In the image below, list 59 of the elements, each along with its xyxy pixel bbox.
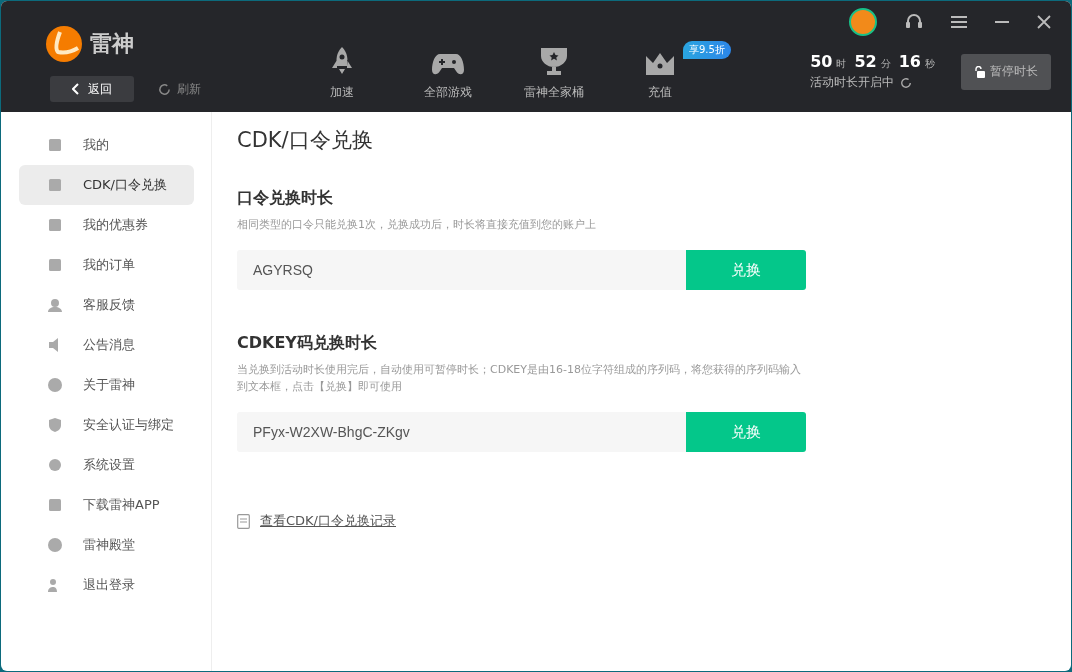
back-button[interactable]: 返回: [50, 76, 134, 102]
nav-tab[interactable]: 雷神全家桶: [524, 46, 584, 101]
sidebar-item[interactable]: 安全认证与绑定: [19, 405, 194, 445]
timer-unit: 时: [836, 57, 847, 71]
timer-value: 52: [854, 52, 877, 71]
sidebar-item[interactable]: 关于雷神: [19, 365, 194, 405]
sidebar-item[interactable]: 我的: [19, 125, 194, 165]
refresh-icon[interactable]: [900, 76, 913, 89]
sidebar-item-icon: [47, 457, 63, 473]
avatar[interactable]: [849, 8, 877, 36]
code-input[interactable]: AGYRSQ: [237, 250, 686, 290]
section-description: 当兑换到活动时长使用完后，自动使用可暂停时长；CDKEY是由16-18位字符组成的序列码，将您获得的序列码输入到文本框，点击【兑换】即可使用: [237, 362, 802, 395]
logo-icon: [46, 26, 82, 62]
nav-tab[interactable]: 充值: [645, 46, 675, 101]
chevron-left-icon: [72, 83, 80, 95]
section-title: CDKEY码兑换时长: [237, 333, 378, 354]
sidebar-item[interactable]: CDK/口令兑换: [19, 165, 194, 205]
sidebar-item-icon: [47, 497, 63, 513]
sidebar-item-icon: [47, 177, 63, 193]
timer-value: 16: [898, 52, 921, 71]
sidebar-item-icon: [47, 297, 63, 313]
page-title: CDK/口令兑换: [237, 127, 374, 154]
gamepad-icon: [432, 52, 464, 76]
refresh-icon: [158, 82, 171, 96]
sidebar-item[interactable]: 下载雷神APP: [19, 485, 194, 525]
section-title: 口令兑换时长: [237, 188, 334, 209]
sidebar-item[interactable]: 我的订单: [19, 245, 194, 285]
sidebar-item[interactable]: 公告消息: [19, 325, 194, 365]
document-icon: [237, 513, 250, 529]
sidebar-item[interactable]: 客服反馈: [19, 285, 194, 325]
sidebar-item[interactable]: 雷神殿堂: [19, 525, 194, 565]
sidebar-item[interactable]: 退出登录: [19, 565, 194, 605]
timer-value: 50: [810, 52, 833, 71]
nav-tab[interactable]: 全部游戏: [424, 46, 472, 101]
sidebar-item-icon: [47, 417, 63, 433]
refresh-link[interactable]: 刷新: [177, 80, 201, 98]
history-link[interactable]: 查看CDK/口令兑换记录: [260, 512, 396, 530]
sidebar-item[interactable]: 系统设置: [19, 445, 194, 485]
timer-unit: 秒: [925, 57, 935, 71]
nav-tab[interactable]: 加速: [329, 46, 355, 101]
rocket-icon: [329, 46, 355, 76]
sidebar-item-icon: [47, 377, 63, 393]
trophy-icon: [540, 46, 568, 76]
menu-icon[interactable]: [951, 15, 967, 29]
sidebar-item-icon: [47, 257, 63, 273]
discount-badge: 享9.5折: [683, 41, 731, 59]
sidebar-item-icon: [47, 217, 63, 233]
timer-unit: 分: [880, 57, 891, 71]
timer-status: 活动时长开启中: [810, 74, 895, 91]
padlock-icon: [974, 65, 986, 78]
sidebar-item-icon: [47, 137, 63, 153]
section-description: 相同类型的口令只能兑换1次，兑换成功后，时长将直接充值到您的账户上: [237, 217, 597, 233]
sidebar-item-icon: [47, 537, 63, 553]
code-input[interactable]: PFyx-W2XW-BhgC-ZKgv: [237, 412, 686, 452]
crown-icon: [645, 52, 675, 76]
sidebar-item[interactable]: 我的优惠券: [19, 205, 194, 245]
logo-text: 雷神: [90, 30, 134, 58]
close-icon[interactable]: [1037, 15, 1051, 29]
pause-button[interactable]: 暂停时长: [961, 53, 1051, 90]
